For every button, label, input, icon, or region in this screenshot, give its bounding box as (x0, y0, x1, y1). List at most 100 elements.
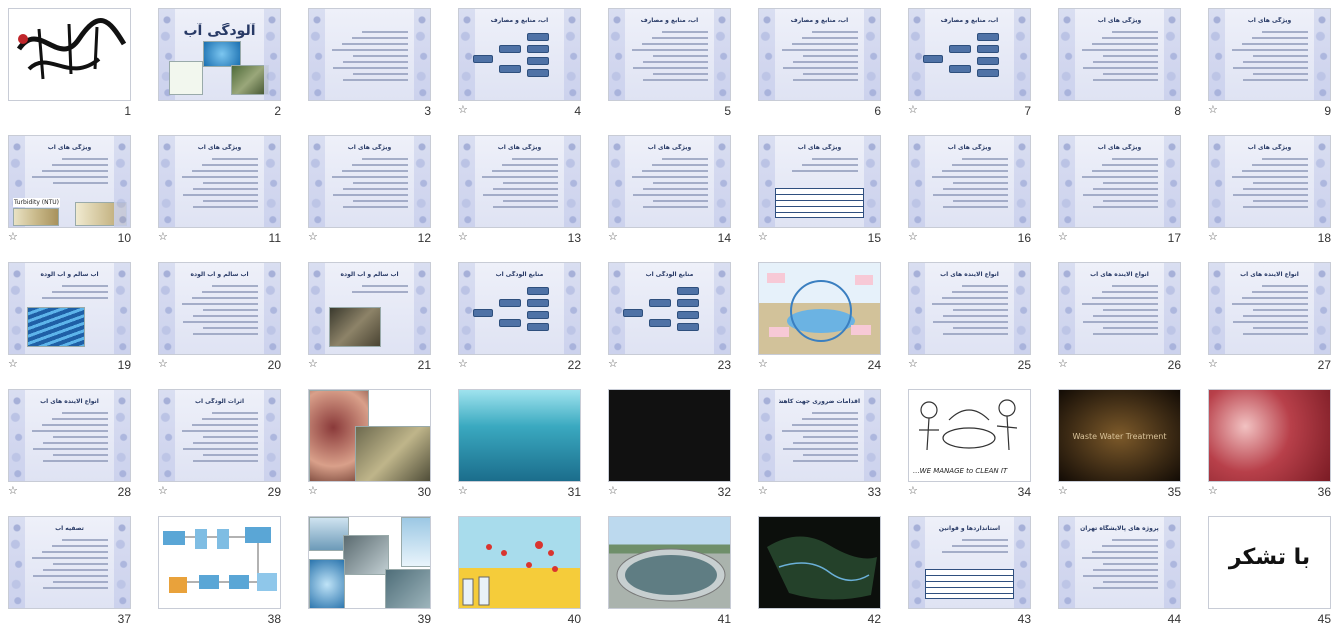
slide-thumbnail[interactable]: آلودگی آب (158, 8, 281, 101)
slide-thumbnail[interactable]: ویژگی های آب (608, 135, 731, 228)
slide-thumbnail[interactable]: ویژگی های آب (1058, 8, 1181, 101)
slide-thumbnail[interactable] (308, 8, 431, 101)
animation-star-icon[interactable]: ☆ (308, 231, 318, 243)
animation-star-icon[interactable]: ☆ (458, 485, 468, 497)
slide-thumbnail[interactable]: ویژگی های آب (1058, 135, 1181, 228)
turbidity-beakers (75, 202, 127, 226)
slide-thumbnail[interactable] (608, 389, 731, 482)
slide-thumbnail[interactable]: ویژگی های آب (1208, 135, 1331, 228)
slide-thumbnail[interactable] (1208, 389, 1331, 482)
slide-number: 41 (717, 612, 731, 626)
slide-number: 16 (1017, 231, 1031, 245)
slide-thumbnail[interactable]: استانداردها و قوانین (908, 516, 1031, 609)
animation-star-icon[interactable]: ☆ (758, 231, 768, 243)
slide-thumbnail[interactable]: پروژه های پالایشگاه تهران (1058, 516, 1181, 609)
animation-star-icon[interactable]: ☆ (308, 485, 318, 497)
text-lines (1081, 285, 1158, 344)
slide-cell: آب، منابع و مصارف 7 ☆ (901, 0, 1051, 127)
text-lines (1231, 158, 1308, 217)
slide-thumbnail[interactable]: ویژگی های آب Turbidity (NTU) (8, 135, 131, 228)
slide-thumbnail[interactable] (158, 516, 281, 609)
slide-thumbnail[interactable]: آب، منابع و مصارف (758, 8, 881, 101)
animation-star-icon[interactable]: ☆ (458, 104, 468, 116)
slide-thumbnail[interactable]: آب سالم و آب آلوده (8, 262, 131, 355)
slide-number: 17 (1167, 231, 1181, 245)
slide-number: 44 (1167, 612, 1181, 626)
animation-star-icon[interactable]: ☆ (158, 358, 168, 370)
slide-thumbnail[interactable]: آب، منابع و مصارف (908, 8, 1031, 101)
animation-star-icon[interactable]: ☆ (308, 358, 318, 370)
slide-thumbnail[interactable]: انواع آلاینده های آب (1058, 262, 1181, 355)
slide-number: 33 (867, 485, 881, 499)
animation-star-icon[interactable]: ☆ (1208, 104, 1218, 116)
slide-cell: آب سالم و آب آلوده 21 ☆ (301, 254, 451, 381)
slide-thumbnail[interactable]: ویژگی های آب (158, 135, 281, 228)
slide-thumbnail[interactable]: آب سالم و آب آلوده (158, 262, 281, 355)
animation-star-icon[interactable]: ☆ (8, 231, 18, 243)
slide-cell: ویژگی های آب Turbidity (NTU) 10 ☆ (1, 127, 151, 254)
slide-thumbnail[interactable]: ویژگی های آب (308, 135, 431, 228)
diagram-box (527, 311, 549, 319)
slide-thumbnail[interactable]: منابع آلودگی آب (458, 262, 581, 355)
diagram-box (499, 65, 521, 73)
slide-cell: 1 (1, 0, 151, 127)
slide-thumbnail[interactable] (308, 389, 431, 482)
slide-thumbnail[interactable] (608, 516, 731, 609)
slide-thumbnail[interactable]: ویژگی های آب (458, 135, 581, 228)
animation-star-icon[interactable]: ☆ (608, 485, 618, 497)
diagram-box (527, 45, 549, 53)
animation-star-icon[interactable]: ☆ (608, 231, 618, 243)
animation-star-icon[interactable]: ☆ (908, 231, 918, 243)
animation-star-icon[interactable]: ☆ (1058, 231, 1068, 243)
animation-star-icon[interactable]: ☆ (8, 485, 18, 497)
slide-thumbnail[interactable]: اثرات آلودگی آب (158, 389, 281, 482)
animation-star-icon[interactable]: ☆ (758, 358, 768, 370)
slide-title: ویژگی های آب (497, 144, 542, 151)
slide-thumbnail[interactable] (8, 8, 131, 101)
slide-thumbnail[interactable]: ویژگی های آب (908, 135, 1031, 228)
slide-thumbnail[interactable]: اقدامات ضروری جهت کاهش آلودگی آب (758, 389, 881, 482)
slide-cell: پروژه های پالایشگاه تهران 44 (1051, 508, 1201, 628)
animation-star-icon[interactable]: ☆ (158, 231, 168, 243)
animation-star-icon[interactable]: ☆ (8, 358, 18, 370)
slide-thumbnail[interactable]: آب، منابع و مصارف (458, 8, 581, 101)
animation-star-icon[interactable]: ☆ (458, 231, 468, 243)
animation-star-icon[interactable]: ☆ (908, 104, 918, 116)
slide-thumbnail[interactable]: با تشکر (1208, 516, 1331, 609)
slide-thumbnail[interactable] (458, 516, 581, 609)
slide-title: آب، منابع و مصارف (940, 17, 999, 24)
slide-thumbnail[interactable]: انواع آلاینده های آب (1208, 262, 1331, 355)
animation-star-icon[interactable]: ☆ (1208, 231, 1218, 243)
text-lines (931, 158, 1008, 217)
slide-cell: 42 (751, 508, 901, 628)
slide-thumbnail[interactable]: ویژگی های آب (758, 135, 881, 228)
animation-star-icon[interactable]: ☆ (458, 358, 468, 370)
animation-star-icon[interactable]: ☆ (758, 485, 768, 497)
slide-thumbnail[interactable]: آب سالم و آب آلوده (308, 262, 431, 355)
animation-star-icon[interactable]: ☆ (1208, 485, 1218, 497)
animation-star-icon[interactable]: ☆ (608, 358, 618, 370)
slide-sorter-grid: 1 آلودگی آب 2 3 آب، منابع و مصارف 4 ☆ آب، منابع… (0, 0, 1336, 628)
animation-star-icon[interactable]: ☆ (908, 485, 918, 497)
slide-thumbnail[interactable]: انواع آلاینده های آب (8, 389, 131, 482)
animation-star-icon[interactable]: ☆ (908, 358, 918, 370)
slide-thumbnail[interactable]: تصفیه آب (8, 516, 131, 609)
slide-thumbnail[interactable]: Waste Water Treatment (1058, 389, 1181, 482)
animation-star-icon[interactable]: ☆ (1058, 485, 1068, 497)
slide-thumbnail[interactable]: ...WE MANAGE to CLEAN IT (908, 389, 1031, 482)
animation-star-icon[interactable]: ☆ (1208, 358, 1218, 370)
animation-star-icon[interactable]: ☆ (158, 485, 168, 497)
slide-thumbnail[interactable] (458, 389, 581, 482)
slide-thumbnail[interactable]: ویژگی های آب (1208, 8, 1331, 101)
diagram-box (977, 57, 999, 65)
slide-thumbnail[interactable] (758, 262, 881, 355)
slide-thumbnail[interactable]: آب، منابع و مصارف (608, 8, 731, 101)
slide-thumbnail[interactable]: انواع آلاینده های آب (908, 262, 1031, 355)
slide-thumbnail[interactable] (308, 516, 431, 609)
slide-thumbnail[interactable] (758, 516, 881, 609)
slide-number: 18 (1317, 231, 1331, 245)
slide-number: 12 (417, 231, 431, 245)
slide-thumbnail[interactable]: منابع آلودگی آب (608, 262, 731, 355)
animation-star-icon[interactable]: ☆ (1058, 358, 1068, 370)
slide-cell: Waste Water Treatment 35 ☆ (1051, 381, 1201, 508)
